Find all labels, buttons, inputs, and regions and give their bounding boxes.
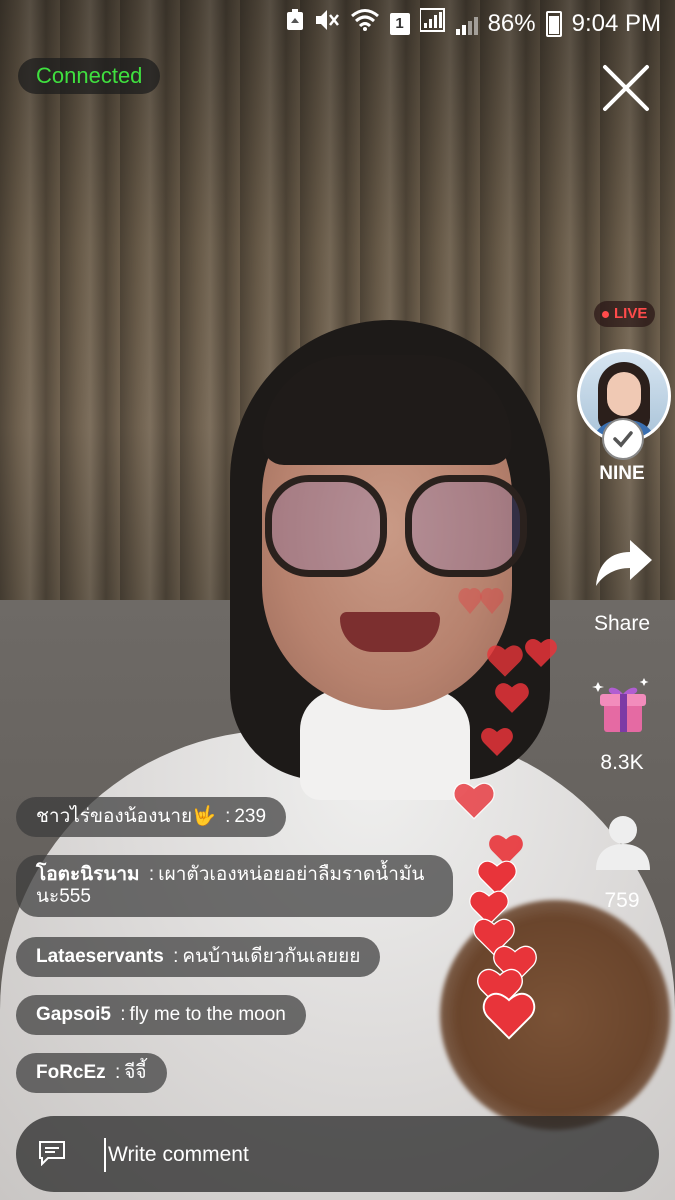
comment-item: FoRcEz : จีจี้ [16, 1053, 167, 1093]
signal-strength-icon [455, 13, 478, 35]
sim-badge: 1 [389, 12, 410, 35]
status-bar: 1 86% 9:04 PM [0, 0, 675, 44]
heart-icon [525, 639, 557, 667]
mute-icon [314, 8, 340, 39]
battery-icon [545, 10, 562, 37]
viewer-icon [596, 816, 650, 870]
chat-icon [39, 1141, 65, 1166]
comment-item: ชาวไร่ของน้องนาย🤟 :239 [16, 797, 287, 837]
comment-text-continued: นะ555 [36, 886, 91, 907]
live-label: LIVE [614, 305, 648, 322]
comment-user[interactable]: FoRcEz [36, 1062, 106, 1083]
share-button[interactable] [590, 530, 656, 596]
comment-input[interactable] [104, 1138, 650, 1172]
wifi-icon [350, 8, 380, 39]
comment-text: 239 [234, 806, 267, 827]
close-button[interactable] [600, 62, 652, 114]
heart-icon [481, 728, 513, 756]
comment-text: คนบ้านเดียวกันเลยยย [182, 946, 361, 967]
verified-icon [602, 418, 644, 460]
gift-button[interactable] [590, 672, 656, 738]
gift-count: 8.3K [600, 751, 644, 774]
close-icon [603, 65, 649, 111]
signal-icon [418, 8, 446, 39]
heart-icon [453, 782, 495, 820]
viewer-count: 759 [604, 889, 640, 912]
host-name[interactable]: NINE [570, 463, 674, 485]
heart-icon [487, 645, 523, 677]
live-badge: LIVE [594, 301, 656, 327]
heart-icon [495, 683, 529, 713]
streamer-glasses-left [265, 475, 387, 577]
recycle-icon [286, 9, 304, 38]
heart-icon [482, 992, 536, 1040]
connection-status: Connected [18, 58, 161, 94]
battery-percent: 86% [487, 9, 536, 37]
streamer-mouth [340, 612, 440, 652]
share-icon [596, 540, 652, 586]
share-label[interactable]: Share [570, 612, 674, 636]
comment-user[interactable]: Gapsoi5 [36, 1004, 111, 1025]
comment-user[interactable]: ชาวไร่ของน้องนาย🤟 [36, 806, 216, 827]
comment-text: จีจี้ [124, 1062, 147, 1083]
comment-item: โอตะนิรนาม : เผาตัวเองหน่อยอย่าลืมราดน้ำม… [16, 855, 453, 917]
comment-text: fly me to the moon [129, 1004, 286, 1025]
comment-bar [16, 1116, 659, 1192]
comment-item: Gapsoi5 : fly me to the moon [16, 995, 306, 1035]
comment-text: เผาตัวเองหน่อยอย่าลืมราดน้ำมัน [158, 864, 425, 885]
heart-icon [458, 588, 504, 614]
streamer-bangs [262, 355, 512, 465]
viewers-button[interactable] [590, 810, 656, 876]
comment-user[interactable]: Lataeservants [36, 946, 164, 967]
gift-icon [592, 678, 649, 732]
streamer-glasses-right [405, 475, 527, 577]
clock: 9:04 PM [571, 9, 661, 37]
comment-item: Lataeservants : คนบ้านเดียวกันเลยยย [16, 937, 381, 977]
live-dot [602, 310, 609, 318]
comment-user[interactable]: โอตะนิรนาม [36, 864, 140, 885]
